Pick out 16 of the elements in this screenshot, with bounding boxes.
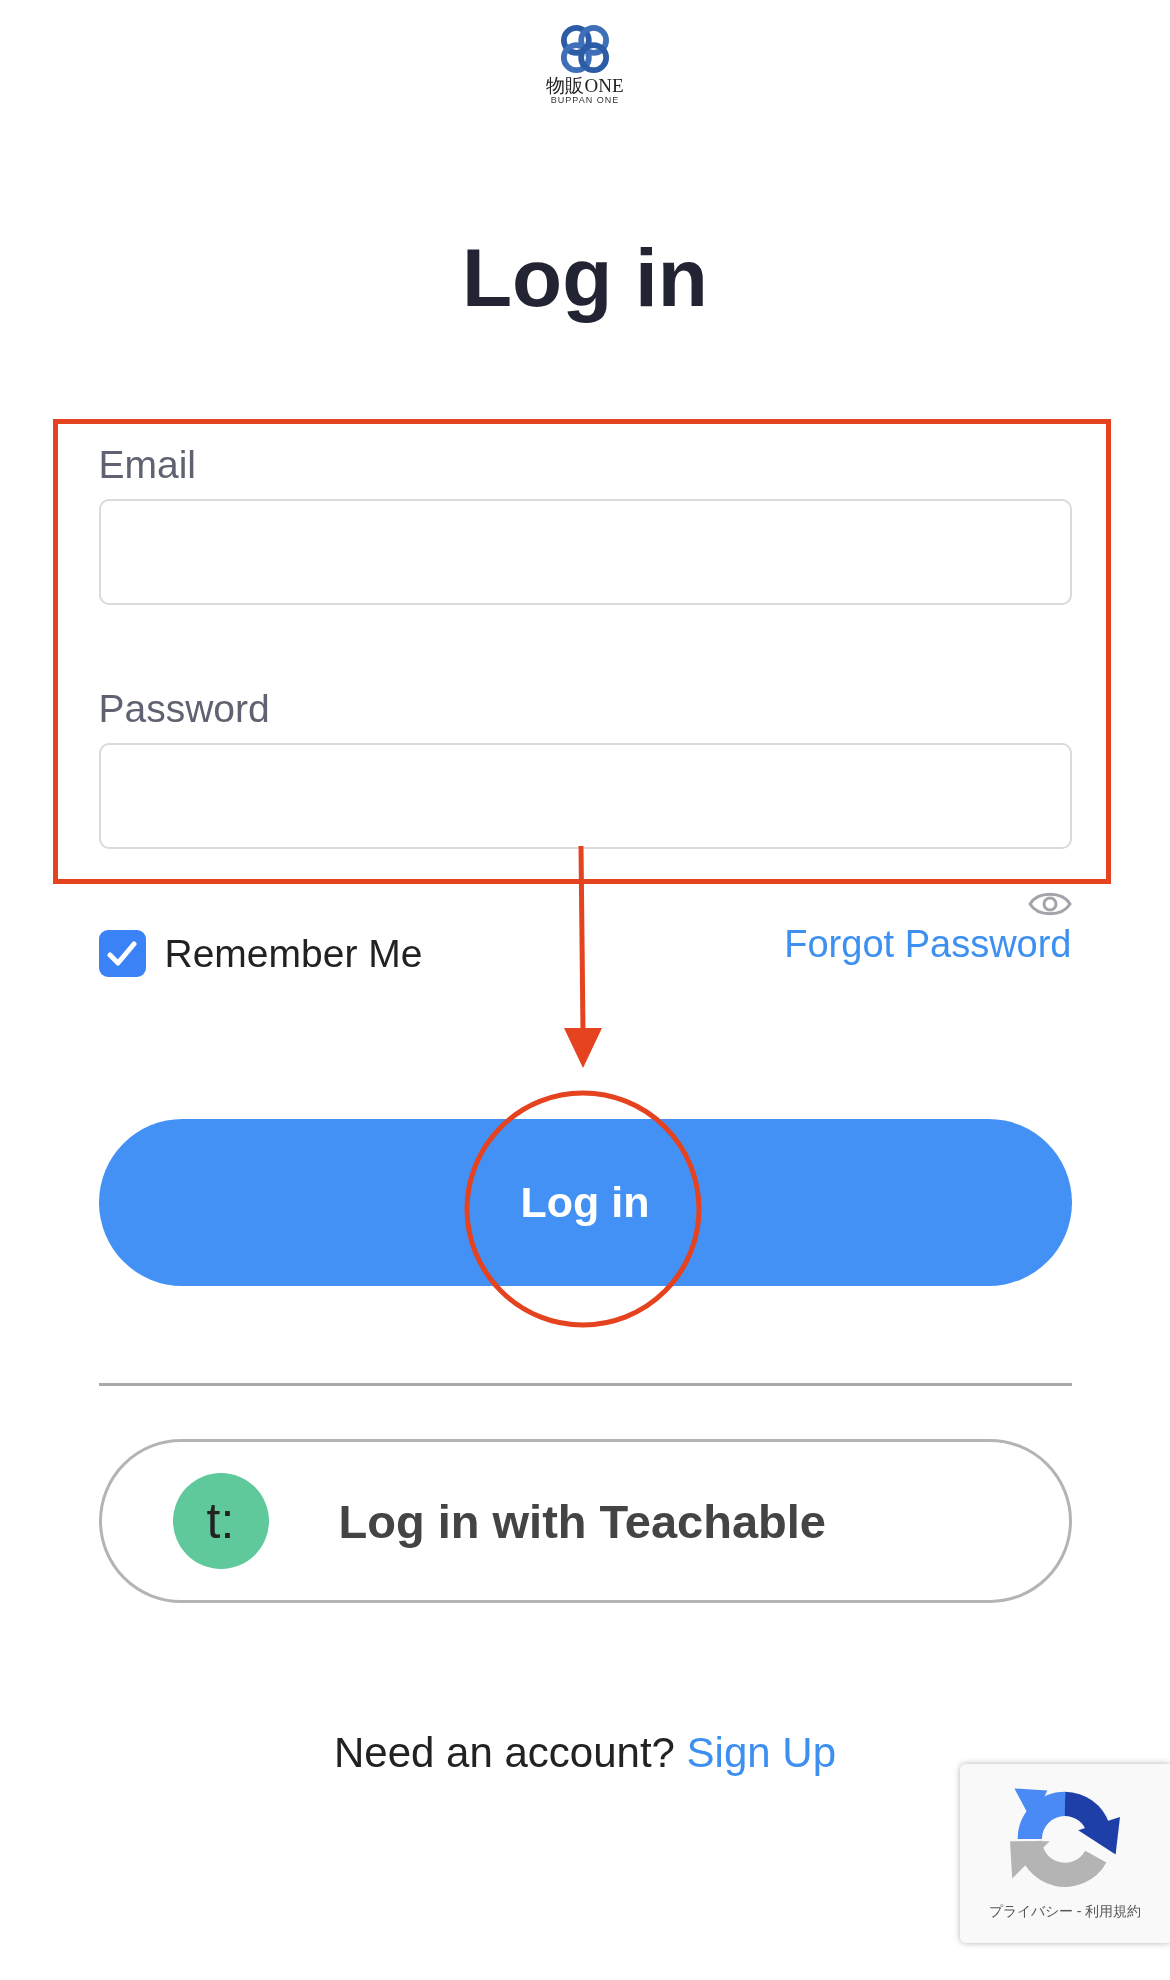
remember-checkbox[interactable] [98, 930, 146, 977]
remember-label: Remember Me [164, 934, 423, 973]
terms-link[interactable]: 利用規約 [1085, 1903, 1142, 1919]
recaptcha-terms: プライバシー - 利用規約 [988, 1904, 1142, 1918]
field-label: Email [98, 445, 197, 484]
checkmark-icon [107, 940, 137, 967]
input-field[interactable] [98, 743, 1072, 849]
logo-tagline: BUPPAN ONE [550, 96, 620, 105]
input-field[interactable] [98, 499, 1072, 605]
privacy-link[interactable]: プライバシー [988, 1903, 1073, 1919]
logo-rings-icon [560, 24, 610, 74]
logo-wordmark: 物販ONE [546, 76, 624, 95]
field-label: Password [98, 689, 270, 728]
account-prompt: Need an account? Sign Up [334, 1732, 836, 1774]
teachable-login-button[interactable]: t: Log in with Teachable [98, 1439, 1072, 1603]
teachable-logo: t: [172, 1473, 269, 1569]
